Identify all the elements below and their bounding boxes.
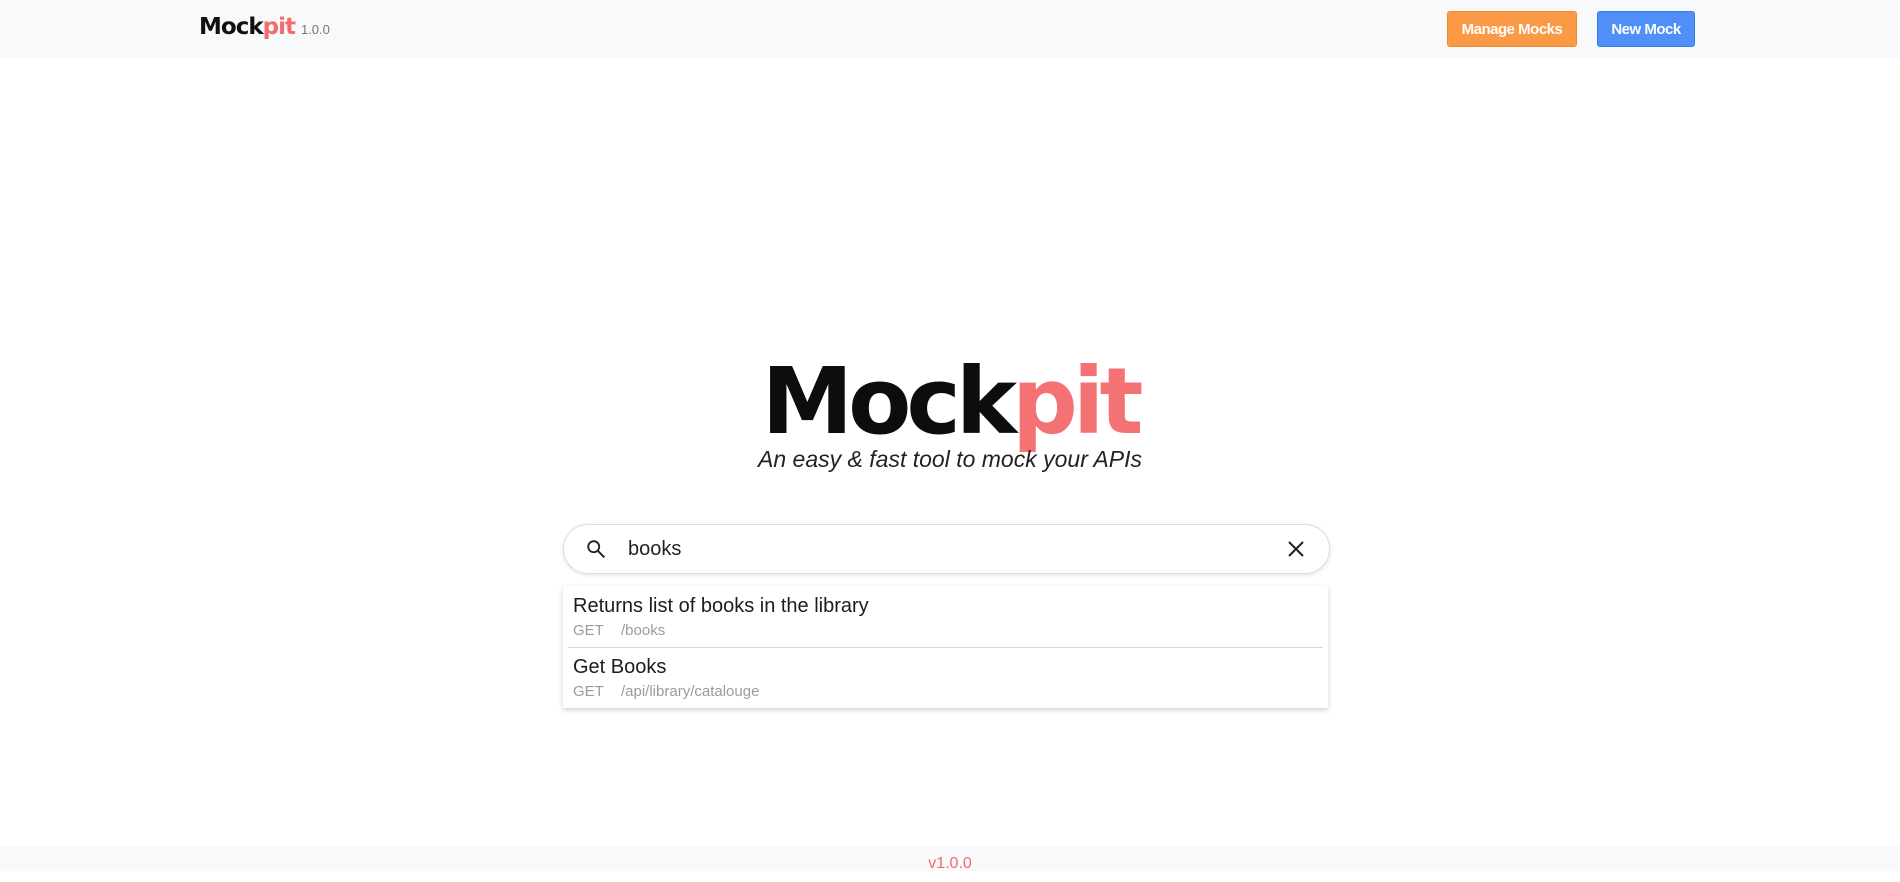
brand-version: 1.0.0 — [300, 22, 330, 37]
brand-mock-text: Mock — [199, 14, 264, 40]
search-box[interactable] — [563, 524, 1330, 574]
search-result-item[interactable]: Returns list of books in the library GET… — [563, 586, 1328, 647]
hero-title: Mockpit — [0, 352, 1900, 452]
hero: Mockpit An easy & fast tool to mock your… — [0, 352, 1900, 473]
search-result-item[interactable]: Get Books GET/api/library/catalouge — [563, 647, 1328, 708]
hero-title-mock: Mock — [761, 348, 1017, 455]
result-path: /api/library/catalouge — [621, 683, 760, 700]
hero-tagline: An easy & fast tool to mock your APIs — [758, 446, 1142, 472]
result-method: GET — [573, 683, 604, 700]
search-input[interactable] — [628, 535, 1228, 563]
result-meta: GET/books — [573, 622, 1318, 640]
result-method: GET — [573, 622, 604, 639]
result-title: Get Books — [573, 656, 667, 678]
footer: v1.0.0 — [0, 846, 1900, 872]
brand-pit-text: pit — [262, 14, 296, 40]
search-results: Returns list of books in the library GET… — [563, 586, 1328, 708]
result-path: /books — [621, 622, 666, 639]
result-meta: GET/api/library/catalouge — [573, 683, 1318, 701]
brand-logo[interactable]: Mock pit 1.0.0 — [199, 14, 330, 40]
result-title: Returns list of books in the library — [573, 595, 869, 617]
hero-title-pit: pit — [1012, 348, 1143, 455]
top-navbar: Mock pit 1.0.0 Manage Mocks New Mock — [0, 0, 1900, 58]
search-icon — [585, 538, 607, 560]
manage-mocks-button[interactable]: Manage Mocks — [1447, 11, 1577, 47]
footer-version: v1.0.0 — [928, 855, 972, 872]
close-icon[interactable] — [1286, 539, 1306, 559]
new-mock-button[interactable]: New Mock — [1597, 11, 1695, 47]
